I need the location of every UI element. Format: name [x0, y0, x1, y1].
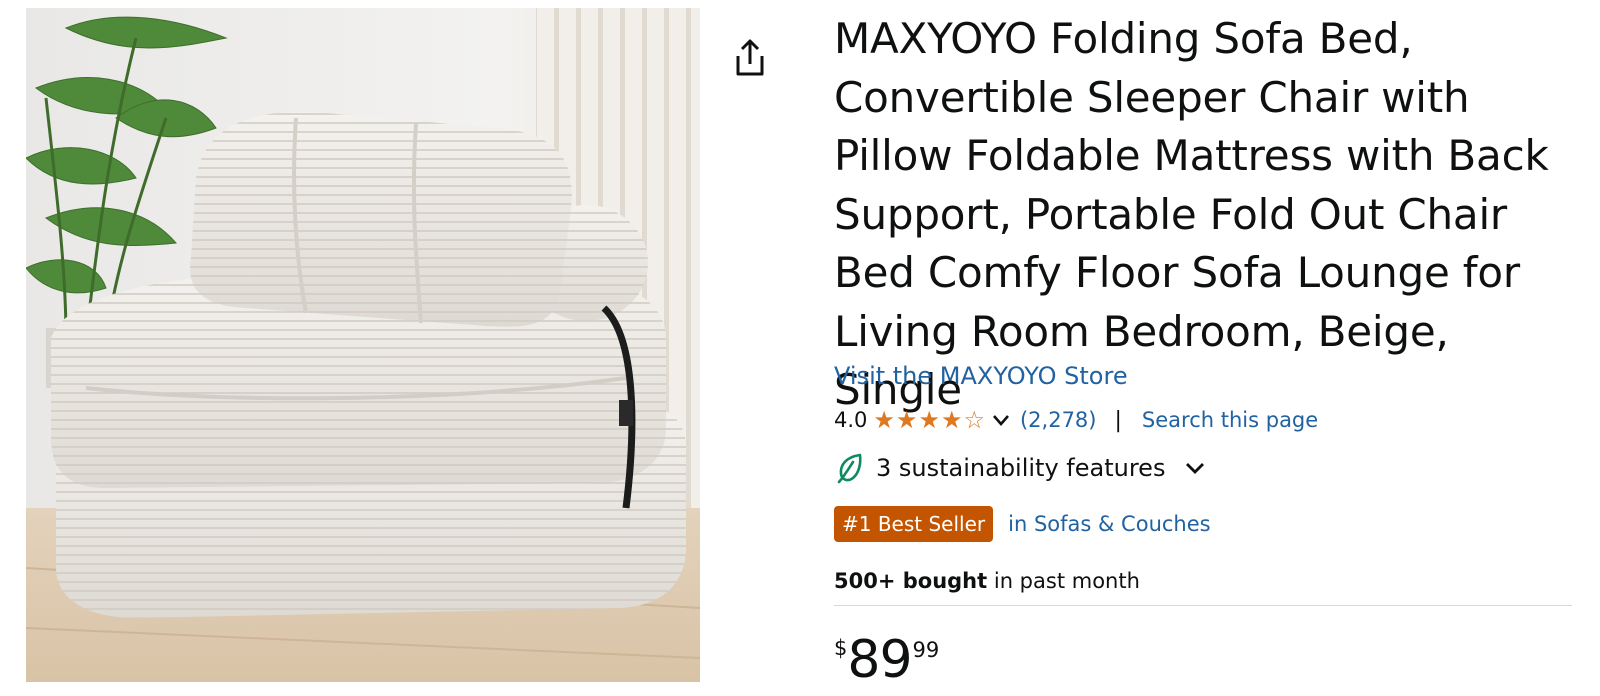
star-filled-icon: ★	[918, 406, 940, 434]
search-page-link[interactable]: Search this page	[1142, 408, 1318, 432]
chevron-down-icon[interactable]	[990, 409, 1012, 431]
divider: |	[1114, 407, 1122, 433]
bought-in-past-month: 500+ bought in past month	[834, 566, 1140, 596]
rating-count-link[interactable]: (2,278)	[1020, 408, 1097, 432]
best-seller-row: #1 Best Seller in Sofas & Couches	[834, 506, 1211, 542]
leaf-icon	[837, 453, 862, 484]
store-link[interactable]: Visit the MAXYOYO Store	[834, 360, 1128, 392]
price-fraction: 99	[912, 638, 940, 662]
star-filled-icon: ★	[895, 406, 918, 434]
star-filled-icon: ★	[940, 406, 963, 434]
star-empty-icon: ☆	[963, 406, 985, 434]
product-title: MAXYOYO Folding Sofa Bed, Convertible Sl…	[834, 14, 1549, 414]
bought-count: 500+ bought	[834, 569, 988, 593]
price-whole: 89	[847, 630, 912, 690]
share-icon	[736, 39, 764, 76]
price-currency-symbol: $	[834, 636, 848, 660]
sustainability-features-toggle[interactable]: 3 sustainability features	[836, 450, 1207, 486]
chevron-down-icon	[1186, 463, 1205, 474]
rating-row: 4.0 ★ ★ ★ ★ ☆ (2,278) | Search this page	[834, 404, 1318, 436]
star-filled-icon: ★	[873, 406, 895, 434]
price: $ 89 99	[834, 632, 939, 688]
sofa-bed-illustration	[26, 8, 700, 682]
best-seller-badge[interactable]: #1 Best Seller	[834, 506, 994, 542]
sustainability-label: 3 sustainability features	[876, 454, 1166, 482]
share-button[interactable]	[730, 36, 770, 80]
star-rating[interactable]: ★ ★ ★ ★ ☆	[873, 408, 986, 432]
divider-line	[834, 605, 1572, 606]
product-image[interactable]	[26, 8, 700, 682]
rating-value: 4.0	[834, 408, 868, 432]
best-seller-category-link[interactable]: in Sofas & Couches	[1008, 512, 1210, 536]
bought-suffix: in past month	[987, 569, 1140, 593]
